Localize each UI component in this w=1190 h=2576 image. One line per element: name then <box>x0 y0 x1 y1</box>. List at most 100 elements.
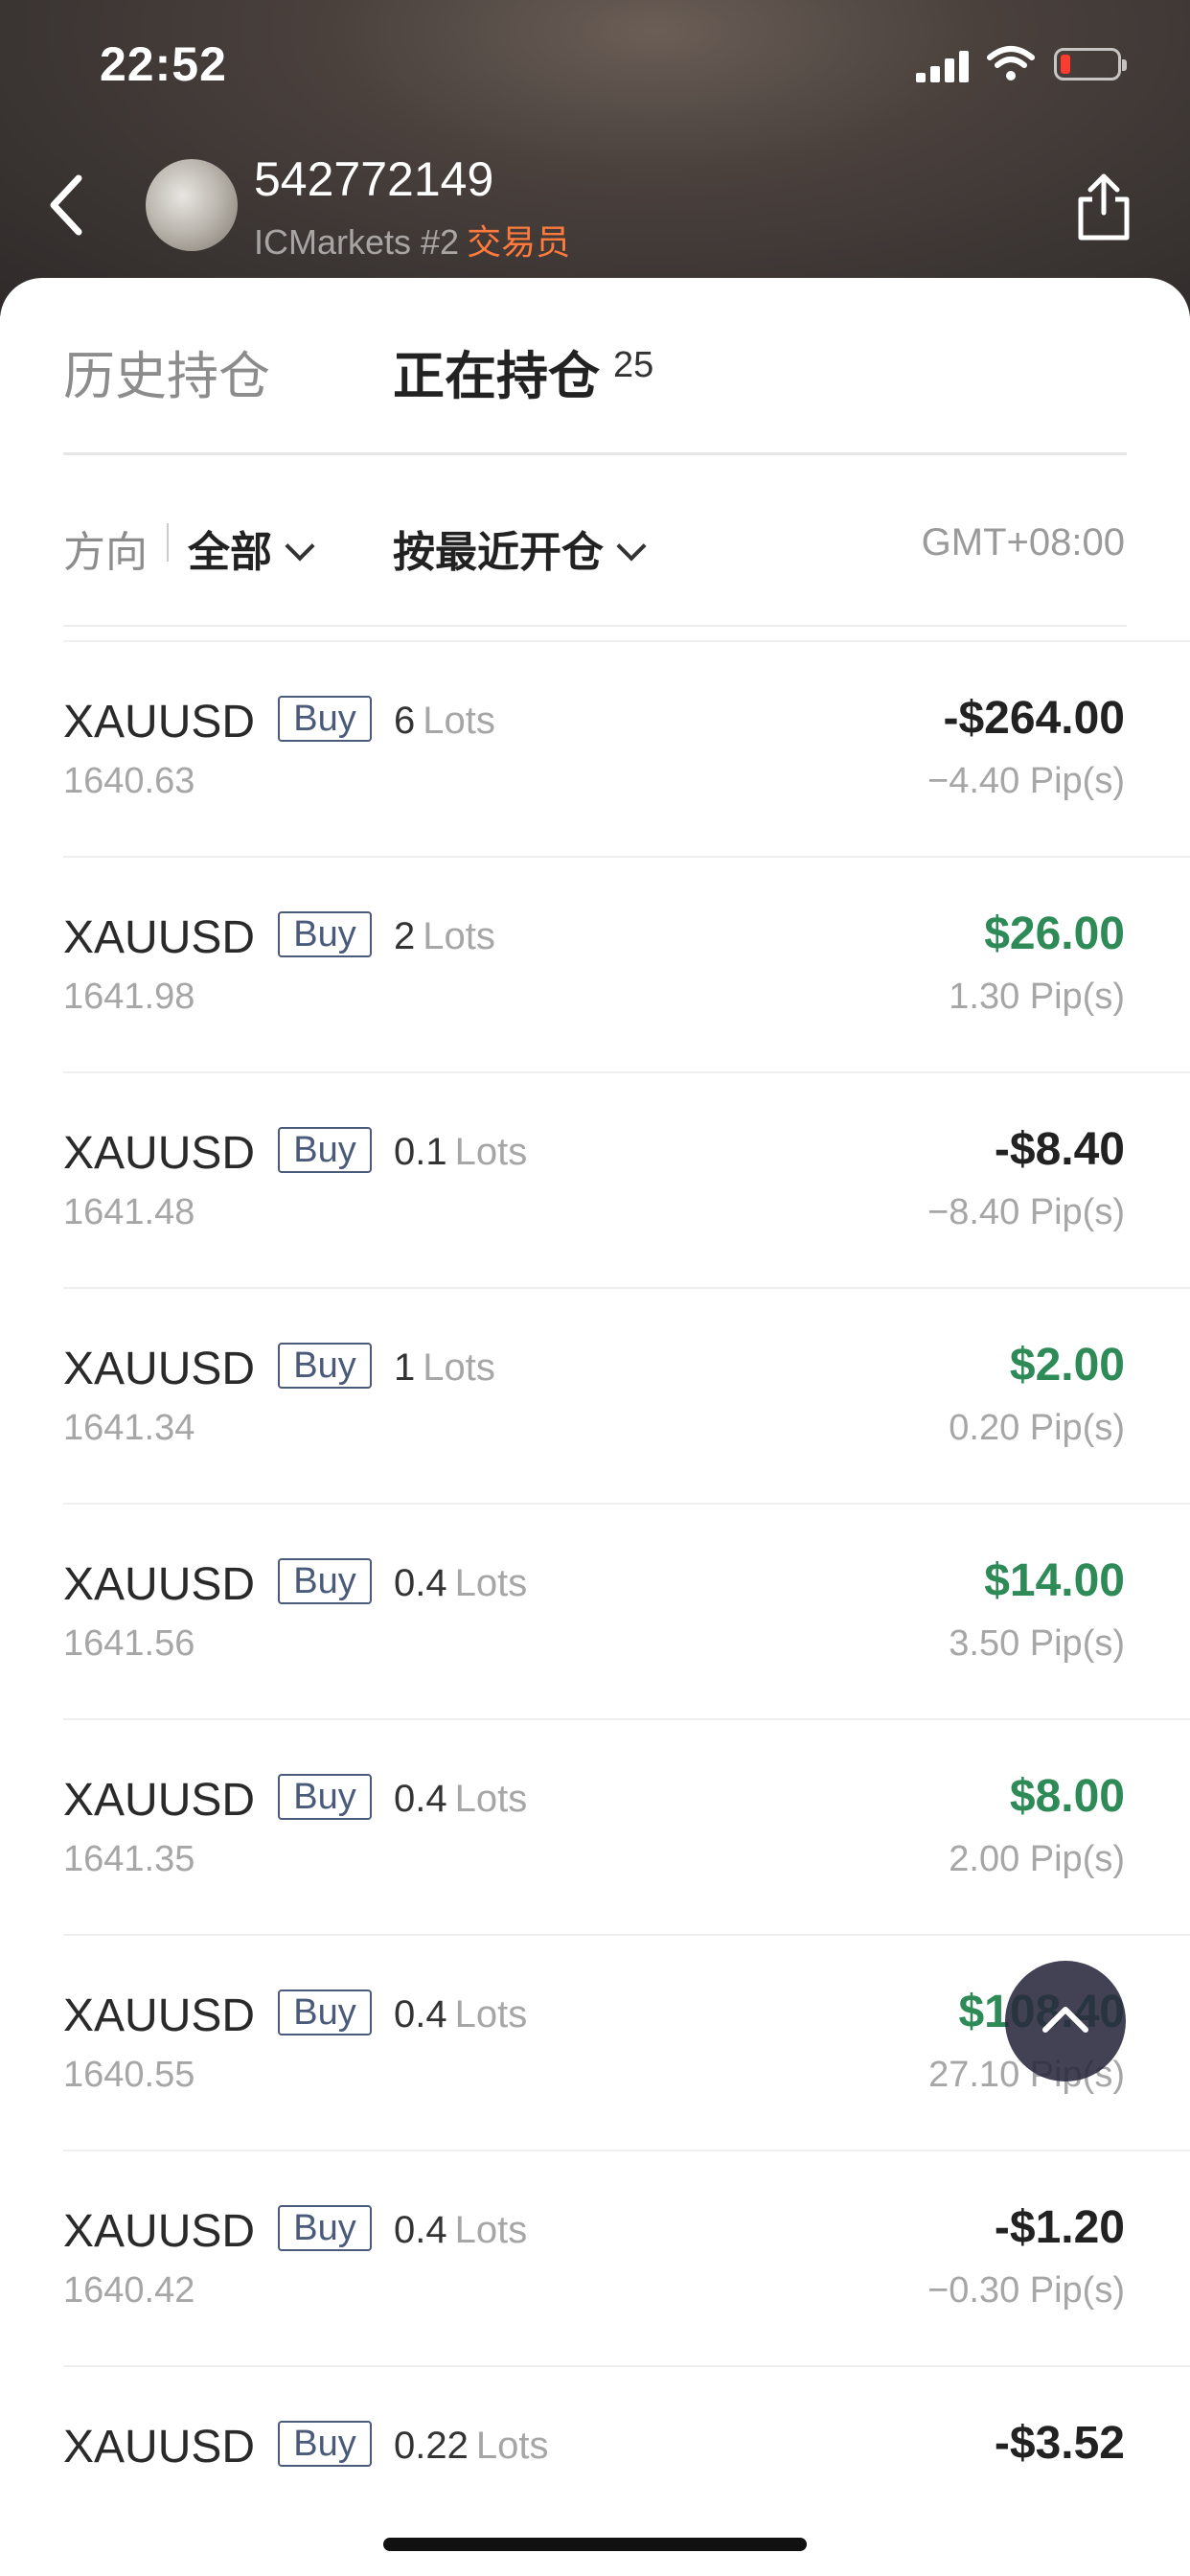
position-lots-value: 0.4 <box>394 2209 447 2251</box>
position-pips: −4.40 Pip(s) <box>927 761 1125 801</box>
filter-separator <box>167 523 169 562</box>
position-open-price: 1640.42 <box>63 2270 195 2311</box>
direction-filter-dropdown[interactable]: 全部 <box>188 518 315 579</box>
position-lots-value: 0.22 <box>394 2425 469 2467</box>
position-pnl: -$8.40 <box>994 1124 1125 1175</box>
role-badge: 交易员 <box>467 222 571 262</box>
filters-divider <box>63 625 1127 627</box>
position-symbol: XAUUSD <box>63 912 256 963</box>
position-side-badge: Buy <box>278 2421 372 2467</box>
position-lots-unit: Lots <box>454 1562 528 1604</box>
position-row[interactable]: XAUUSD Buy 2 Lots 1641.98 $26.00 1.30 Pip(s) <box>0 858 1190 1073</box>
position-pips: −0.30 Pip(s) <box>927 2270 1125 2311</box>
position-open-price: 1641.34 <box>63 1408 195 1448</box>
status-bar: 22:52 <box>0 0 1190 125</box>
position-lots: 0.4 Lots <box>394 1778 527 1821</box>
position-side-badge: Buy <box>278 1774 372 1820</box>
position-lots-value: 0.1 <box>394 1131 447 1173</box>
position-open-price: 1640.55 <box>63 2055 195 2095</box>
scroll-to-top-button[interactable] <box>1005 1961 1126 2082</box>
position-open-price: 1640.63 <box>63 761 195 801</box>
position-lots-unit: Lots <box>454 1993 528 2036</box>
position-pips: −8.40 Pip(s) <box>927 1192 1125 1232</box>
tabs-divider <box>63 452 1127 455</box>
position-side-badge: Buy <box>278 911 372 957</box>
back-arrow-icon[interactable] <box>38 163 96 249</box>
tab-history-positions[interactable]: 历史持仓 <box>63 334 270 409</box>
position-pips: 0.20 Pip(s) <box>949 1408 1125 1448</box>
broker-label: ICMarkets #2 <box>254 222 460 262</box>
sort-dropdown[interactable]: 按最近开仓 <box>393 518 647 579</box>
position-row[interactable]: XAUUSD Buy 0.4 Lots 1641.56 $14.00 3.50 Pip(s) <box>0 1505 1190 1720</box>
chevron-up-icon <box>1042 2007 1088 2033</box>
position-lots-unit: Lots <box>454 1778 528 1820</box>
position-open-price: 1641.48 <box>63 1192 195 1232</box>
sort-value: 按最近开仓 <box>393 529 604 576</box>
position-lots-value: 2 <box>394 915 416 957</box>
position-lots-unit: Lots <box>475 2425 549 2467</box>
position-symbol: XAUUSD <box>63 1559 256 1610</box>
position-side-badge: Buy <box>278 1558 372 1604</box>
position-pips: 2.00 Pip(s) <box>949 1839 1125 1879</box>
timezone-label: GMT+08:00 <box>921 521 1125 564</box>
trader-id: 542772149 <box>254 152 494 206</box>
chevron-down-icon <box>285 531 315 562</box>
position-side-badge: Buy <box>278 1127 372 1173</box>
position-lots-value: 0.4 <box>394 1562 447 1604</box>
position-pnl: -$264.00 <box>943 693 1126 744</box>
position-pnl: $2.00 <box>1009 1340 1125 1391</box>
position-symbol: XAUUSD <box>63 697 256 748</box>
share-icon[interactable] <box>1073 169 1134 245</box>
position-side-badge: Buy <box>278 1343 372 1389</box>
position-row[interactable]: XAUUSD Buy 0.22 Lots -$3.52 <box>0 2367 1190 2467</box>
position-row[interactable]: XAUUSD Buy 1 Lots 1641.34 $2.00 0.20 Pip(s) <box>0 1289 1190 1505</box>
position-side-badge: Buy <box>278 696 372 742</box>
position-pnl: $8.00 <box>1009 1771 1125 1822</box>
position-open-price: 1641.98 <box>63 977 195 1017</box>
home-indicator <box>383 2538 807 2551</box>
direction-filter-value: 全部 <box>188 529 272 576</box>
wifi-icon <box>987 46 1035 80</box>
position-lots: 2 Lots <box>394 915 495 958</box>
position-open-price: 1641.35 <box>63 1839 195 1879</box>
position-pnl: -$1.20 <box>994 2202 1125 2253</box>
position-symbol: XAUUSD <box>63 1344 256 1394</box>
positions-list[interactable]: XAUUSD Buy 6 Lots 1640.63 -$264.00 −4.40 Pip(s… <box>0 642 1190 2467</box>
position-lots: 1 Lots <box>394 1346 495 1390</box>
status-time: 22:52 <box>100 37 227 91</box>
position-symbol: XAUUSD <box>63 1775 256 1826</box>
position-lots: 0.1 Lots <box>394 1131 527 1174</box>
position-lots-unit: Lots <box>423 700 495 742</box>
position-side-badge: Buy <box>278 1990 372 2036</box>
position-row[interactable]: XAUUSD Buy 0.4 Lots 1640.42 -$1.20 −0.30 Pip(s… <box>0 2151 1190 2367</box>
cellular-signal-icon <box>916 50 970 82</box>
position-lots-value: 0.4 <box>394 1993 447 2036</box>
position-lots-unit: Lots <box>423 915 495 957</box>
position-pips: 3.50 Pip(s) <box>949 1623 1125 1664</box>
position-symbol: XAUUSD <box>63 2206 256 2257</box>
position-lots: 0.4 Lots <box>394 1993 527 2036</box>
position-symbol: XAUUSD <box>63 1128 256 1179</box>
tab-open-positions[interactable]: 正在持仓 <box>393 334 600 409</box>
position-lots-unit: Lots <box>454 2209 528 2251</box>
position-symbol: XAUUSD <box>63 2422 256 2467</box>
position-open-price: 1641.56 <box>63 1623 195 1664</box>
position-lots: 0.4 Lots <box>394 2209 527 2252</box>
chevron-down-icon <box>616 531 647 562</box>
position-row[interactable]: XAUUSD Buy 0.4 Lots 1641.35 $8.00 2.00 Pip(s) <box>0 1720 1190 1936</box>
position-lots-value: 0.4 <box>394 1778 447 1820</box>
position-pnl: $14.00 <box>984 1555 1125 1606</box>
position-pnl: $26.00 <box>984 908 1125 959</box>
position-lots-unit: Lots <box>423 1346 495 1389</box>
position-symbol: XAUUSD <box>63 1990 256 2041</box>
trader-subtitle: ICMarkets #2 交易员 <box>254 215 570 264</box>
position-lots: 6 Lots <box>394 700 495 743</box>
position-row[interactable]: XAUUSD Buy 6 Lots 1640.63 -$264.00 −4.40 Pip(s… <box>0 642 1190 858</box>
battery-icon <box>1054 48 1127 80</box>
position-pnl: -$3.52 <box>994 2418 1125 2467</box>
avatar[interactable] <box>146 159 238 251</box>
direction-filter-label: 方向 <box>63 529 148 576</box>
position-pips: 1.30 Pip(s) <box>949 977 1125 1017</box>
position-lots-value: 1 <box>394 1346 416 1389</box>
position-row[interactable]: XAUUSD Buy 0.1 Lots 1641.48 -$8.40 −8.40 Pip(s… <box>0 1073 1190 1289</box>
